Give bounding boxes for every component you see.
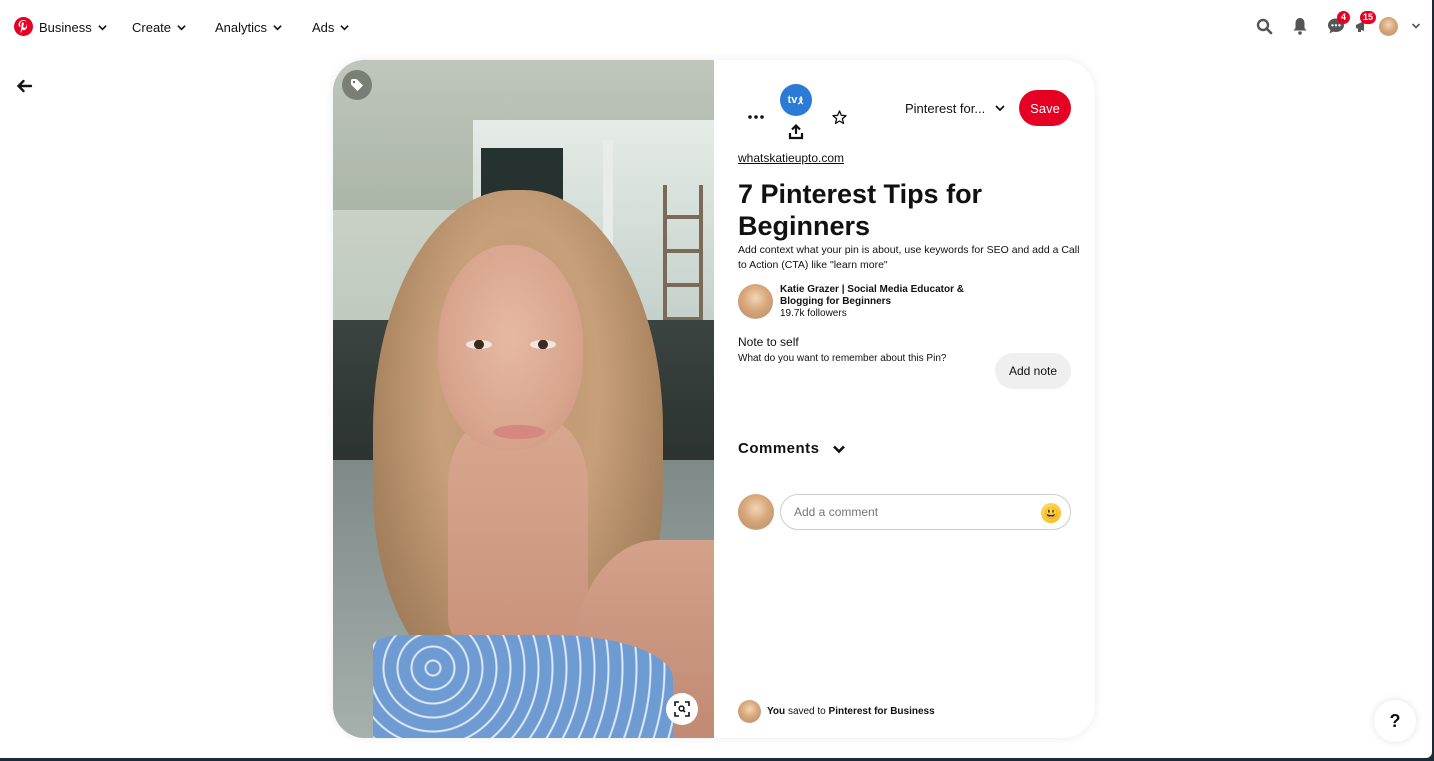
arrow-left-icon [16,79,33,93]
nav-create-label: Create [132,19,172,35]
star-outline-icon [832,110,847,125]
creator-info: Katie Grazer | Social Media Educator & B… [738,284,990,320]
search-icon [1256,18,1272,34]
share-upload-icon [788,123,804,140]
messages-button[interactable]: 4 [1325,11,1350,37]
nav-ads[interactable]: Ads [312,17,350,37]
image-eye-right [530,340,556,349]
pin-image[interactable] [333,60,714,738]
board-selector-dropdown[interactable]: Pinterest for... [905,98,1005,118]
nav-ads-label: Ads [312,19,335,35]
chevron-down-icon [832,445,845,453]
top-navigation: Business Create Analytics Ads 4 15 [0,0,1432,52]
notifications-button[interactable] [1289,15,1311,37]
bell-icon [1293,18,1307,35]
visual-search-button[interactable] [666,693,698,725]
ellipsis-icon [748,115,764,119]
creator-followers: 19.7k followers [780,308,847,319]
messages-badge: 4 [1337,11,1350,24]
help-button[interactable]: ? [1374,700,1416,742]
chevron-down-icon [340,24,350,30]
comments-heading: Comments [738,440,820,457]
extension-label: tv [787,94,798,106]
pin-closeup-card: tv Pinterest for... Save whatskatieupto.… [333,60,1095,738]
chevron-down-icon [98,24,107,30]
emoji-picker-icon[interactable]: 😃 [1041,503,1061,523]
image-floral-top [373,635,673,738]
note-title: Note to self [738,335,799,349]
more-options-button[interactable] [742,107,770,127]
saved-board-link[interactable]: Pinterest for Business [829,706,935,717]
user-avatar [738,494,774,530]
saved-to-board-info: You saved to Pinterest for Business [738,700,935,723]
pin-title: 7 Pinterest Tips for Beginners [738,179,983,241]
product-tag-button[interactable] [342,70,372,100]
image-neck [448,420,588,640]
nav-create[interactable]: Create [132,17,186,37]
image-face [438,245,583,450]
add-note-button[interactable]: Add note [995,353,1071,389]
nav-business-label: Business [39,19,92,35]
chevron-down-icon [995,105,1005,112]
saved-text: saved to [787,706,826,717]
source-link[interactable]: whatskatieupto.com [738,151,844,165]
page-viewport: Business Create Analytics Ads 4 15 tv Pi… [0,0,1432,758]
tag-icon [351,79,363,91]
creator-avatar[interactable] [738,284,773,319]
updates-badge: 15 [1360,11,1377,24]
note-subtitle: What do you want to remember about this … [738,353,947,364]
saved-you: You [767,706,786,717]
profile-button[interactable] [1377,15,1399,37]
pin-description: Add context what your pin is about, use … [738,244,1080,271]
comment-field[interactable]: 😃 [780,494,1071,530]
board-selector-label: Pinterest for... [905,100,986,116]
accounts-menu-button[interactable] [1405,15,1427,37]
nav-analytics[interactable]: Analytics [215,17,282,37]
tailwind-logo-icon [798,95,804,105]
chevron-down-icon [273,24,282,30]
browser-extension-button[interactable]: tv [780,84,812,116]
comment-input[interactable] [794,505,1024,519]
image-lips [493,425,545,439]
chevron-down-icon [1411,23,1421,29]
pinterest-logo[interactable] [14,17,33,36]
comment-composer: 😃 [738,494,1071,530]
profile-avatar [1378,16,1398,36]
save-button[interactable]: Save [1019,90,1071,126]
nav-analytics-label: Analytics [215,19,268,35]
image-eye-left [466,340,492,349]
search-button[interactable] [1253,15,1275,37]
nav-business[interactable]: Business [39,17,107,37]
updates-button[interactable]: 15 [1351,11,1377,37]
visual-search-icon [674,701,690,717]
saver-avatar [738,700,761,723]
chevron-down-icon [177,24,186,30]
pin-details-panel: tv Pinterest for... Save whatskatieupto.… [714,60,1095,738]
share-button[interactable] [788,123,806,142]
back-button[interactable] [15,77,35,97]
comments-toggle[interactable]: Comments [738,440,846,457]
favorite-button[interactable] [832,110,848,126]
creator-name[interactable]: Katie Grazer | Social Media Educator & B… [780,284,990,308]
